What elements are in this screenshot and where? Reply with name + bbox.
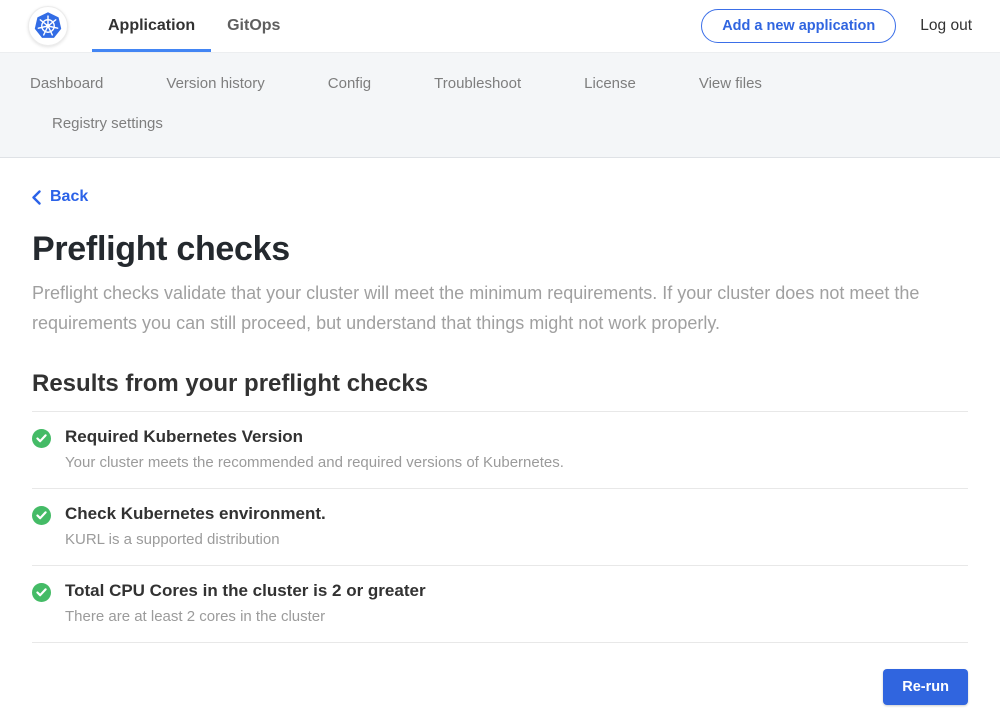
subnav-row-2: Registry settings: [0, 104, 1000, 144]
preflight-check-list: Required Kubernetes Version Your cluster…: [32, 411, 968, 643]
subnav-item-dashboard[interactable]: Dashboard: [30, 69, 103, 99]
check-row-required-kubernetes-version: Required Kubernetes Version Your cluster…: [32, 412, 968, 489]
subnav-item-config[interactable]: Config: [328, 69, 371, 99]
kubernetes-helm-icon: [31, 9, 65, 43]
check-row-total-cpu-cores: Total CPU Cores in the cluster is 2 or g…: [32, 566, 968, 643]
subnav-row-1: Dashboard Version history Config Trouble…: [0, 64, 1000, 104]
subnav-item-registry-settings[interactable]: Registry settings: [52, 109, 163, 139]
kubernetes-logo[interactable]: [28, 6, 68, 46]
page-description: Preflight checks validate that your clus…: [32, 278, 942, 338]
add-new-application-button[interactable]: Add a new application: [701, 9, 896, 43]
check-title: Total CPU Cores in the cluster is 2 or g…: [65, 581, 426, 601]
primary-tabs: Application GitOps: [92, 0, 296, 52]
subnav-item-view-files[interactable]: View files: [699, 69, 762, 99]
results-heading: Results from your preflight checks: [32, 370, 968, 398]
tab-application[interactable]: Application: [92, 0, 211, 52]
preflight-page: Back Preflight checks Preflight checks v…: [0, 158, 1000, 643]
logout-link[interactable]: Log out: [920, 17, 972, 35]
subnav-item-license[interactable]: License: [584, 69, 636, 99]
check-body: Check Kubernetes environment. KURL is a …: [65, 504, 326, 548]
check-detail: There are at least 2 cores in the cluste…: [65, 608, 426, 625]
check-detail: KURL is a supported distribution: [65, 531, 326, 548]
page-title: Preflight checks: [32, 230, 968, 269]
back-link[interactable]: Back: [32, 188, 88, 206]
check-circle-icon: [32, 429, 51, 448]
chevron-left-icon: [32, 190, 41, 205]
check-title: Check Kubernetes environment.: [65, 504, 326, 524]
check-detail: Your cluster meets the recommended and r…: [65, 454, 564, 471]
check-circle-icon: [32, 583, 51, 602]
back-link-label: Back: [50, 188, 88, 206]
check-body: Required Kubernetes Version Your cluster…: [65, 427, 564, 471]
app-subnav: Dashboard Version history Config Trouble…: [0, 52, 1000, 158]
subnav-item-version-history[interactable]: Version history: [166, 69, 264, 99]
tab-gitops[interactable]: GitOps: [211, 0, 296, 52]
check-body: Total CPU Cores in the cluster is 2 or g…: [65, 581, 426, 625]
footer-actions: Re-run: [0, 643, 1000, 719]
subnav-item-troubleshoot[interactable]: Troubleshoot: [434, 69, 521, 99]
top-navigation: Application GitOps Add a new application…: [0, 0, 1000, 52]
check-title: Required Kubernetes Version: [65, 427, 564, 447]
check-row-kubernetes-environment: Check Kubernetes environment. KURL is a …: [32, 489, 968, 566]
rerun-button[interactable]: Re-run: [883, 669, 968, 705]
check-circle-icon: [32, 506, 51, 525]
